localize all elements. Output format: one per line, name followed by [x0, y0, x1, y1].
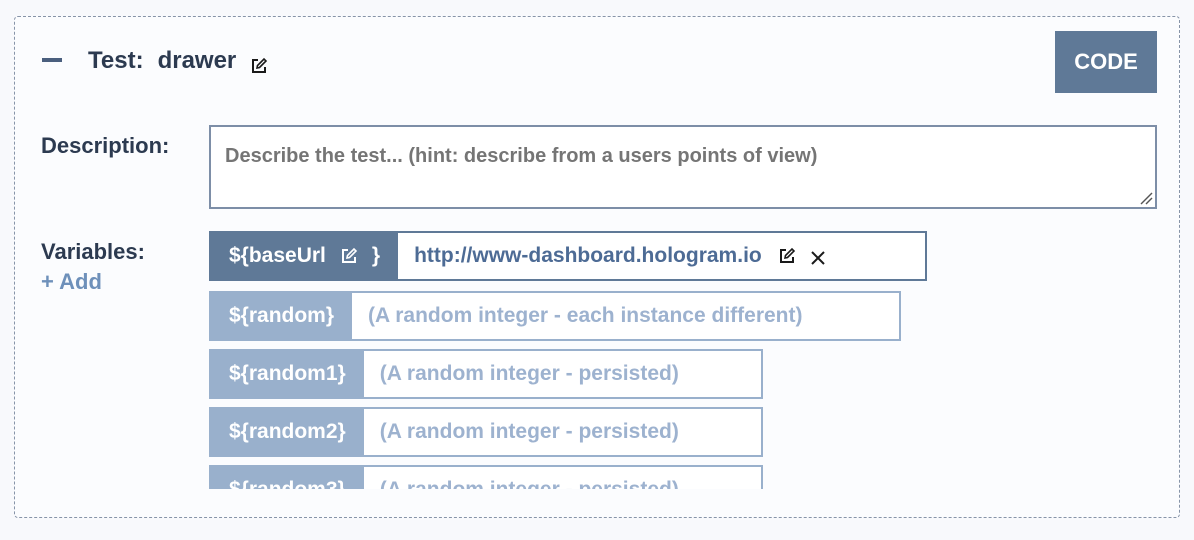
variable-key: ${random3}	[211, 467, 364, 489]
variable-key: ${random1}	[211, 351, 364, 397]
variable-row-random1: ${random1} (A random integer - persisted…	[209, 349, 763, 399]
test-panel: Test: drawer CODE Description: Variables…	[14, 16, 1180, 518]
variable-value: (A random integer - persisted)	[364, 467, 695, 489]
variable-value: http://www-dashboard.hologram.io	[398, 233, 846, 279]
variable-key: ${baseUrl }	[211, 233, 399, 279]
variable-row-baseurl: ${baseUrl } http://www-dashboard.hologra…	[209, 231, 927, 281]
edit-icon[interactable]	[340, 247, 358, 265]
resize-grip-icon[interactable]	[1139, 191, 1153, 205]
variable-row-random2: ${random2} (A random integer - persisted…	[209, 407, 763, 457]
variable-row-random3: ${random3} (A random integer - persisted…	[209, 465, 763, 489]
add-variable-link[interactable]: + Add	[41, 269, 102, 295]
description-textarea[interactable]	[209, 125, 1157, 209]
variable-value: (A random integer - persisted)	[379, 420, 679, 443]
variable-key-text: ${baseUrl	[229, 244, 326, 267]
edit-icon[interactable]	[250, 54, 268, 73]
variables-list: ${baseUrl } http://www-dashboard.hologra…	[209, 231, 1169, 489]
variables-label: Variables:	[41, 239, 145, 264]
test-name: drawer	[157, 47, 237, 74]
variable-key: ${random}	[211, 293, 353, 339]
variable-value: (A random integer - persisted)	[379, 362, 679, 385]
description-label: Description:	[41, 133, 170, 158]
collapse-minus-icon[interactable]	[42, 58, 62, 62]
close-icon[interactable]	[810, 248, 826, 265]
variable-value-text: http://www-dashboard.hologram.io	[414, 244, 762, 267]
variable-key-close-brace: }	[371, 244, 381, 267]
variable-row-random: ${random} (A random integer - each insta…	[209, 291, 901, 341]
code-button[interactable]: CODE	[1055, 31, 1157, 93]
variable-value: (A random integer - each instance differ…	[368, 304, 803, 327]
variable-key: ${random2}	[211, 409, 364, 455]
test-label: Test:	[88, 47, 144, 74]
test-title: Test: drawer	[88, 47, 268, 75]
edit-icon[interactable]	[778, 247, 796, 265]
